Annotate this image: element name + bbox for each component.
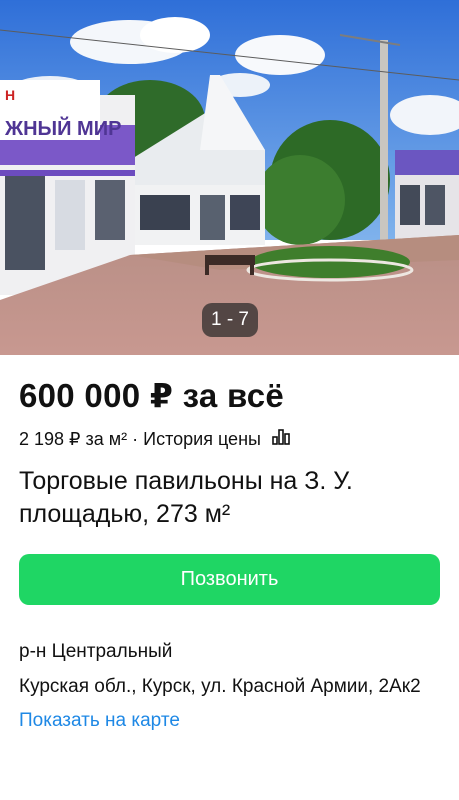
price-per-m2: 2 198 ₽ за м²: [19, 429, 128, 449]
call-button[interactable]: Позвонить: [19, 554, 440, 605]
price-history-link[interactable]: История цены: [143, 427, 290, 451]
show-on-map-link[interactable]: Показать на карте: [19, 706, 180, 736]
listing-price: 600 000 ₽ за всё: [19, 377, 285, 414]
listing-district: р-н Центральный: [19, 641, 173, 662]
price-info-row: 2 198 ₽ за м² · История цены: [19, 427, 440, 451]
listing-photo: ЖНЫЙ МИР Н: [0, 0, 459, 355]
listing-photo-gallery[interactable]: ЖНЫЙ МИР Н 1 - 7: [0, 0, 459, 355]
listing-title: Торговые павильоны на З. У. площадью, 27…: [19, 467, 353, 528]
shop-sign-letter: Н: [5, 87, 15, 103]
photo-counter: 1 - 7: [202, 303, 258, 337]
shop-sign-text: ЖНЫЙ МИР: [4, 116, 121, 140]
listing-details: 600 000 ₽ за всё 2 198 ₽ за м² · История…: [0, 376, 459, 736]
price-history-label: История цены: [143, 429, 261, 449]
bar-chart-icon: [272, 429, 290, 445]
price-separator: ·: [132, 429, 139, 449]
listing-address: Курская обл., Курск, ул. Красной Армии, …: [19, 676, 421, 697]
